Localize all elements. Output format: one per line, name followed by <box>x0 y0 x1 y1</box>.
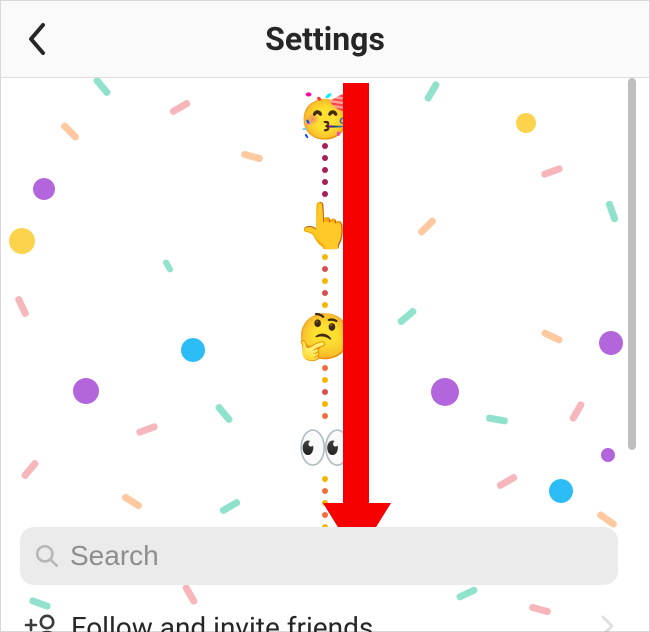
dotted-connector <box>322 365 328 419</box>
confetti-dash <box>486 414 509 425</box>
chevron-left-icon <box>27 23 47 55</box>
confetti-dot <box>431 378 459 406</box>
dotted-connector <box>322 143 328 197</box>
confetti-dash <box>121 493 143 511</box>
scrollbar-thumb[interactable] <box>628 78 636 450</box>
follow-invite-row[interactable]: Follow and invite friends <box>1 595 637 632</box>
search-icon <box>34 543 60 569</box>
confetti-dash <box>169 99 192 116</box>
add-person-icon <box>23 613 61 632</box>
confetti-dash <box>540 164 563 178</box>
search-bar[interactable] <box>20 527 618 585</box>
confetti-dash <box>162 258 174 273</box>
confetti-dot <box>599 331 623 355</box>
confetti-dot <box>516 113 536 133</box>
header-bar: Settings <box>1 1 649 78</box>
confetti-dot <box>73 378 99 404</box>
confetti-dash <box>396 307 417 327</box>
annotation-arrow-shaft <box>343 83 369 513</box>
confetti-dot <box>601 448 615 462</box>
confetti-dash <box>60 121 81 142</box>
confetti-dash <box>541 329 564 345</box>
confetti-dot <box>549 479 573 503</box>
confetti-dot <box>181 338 205 362</box>
confetti-dash <box>496 473 519 490</box>
page-title: Settings <box>265 20 385 58</box>
confetti-dash <box>596 510 618 528</box>
chevron-right-icon <box>601 615 615 632</box>
confetti-dash <box>240 150 263 162</box>
dotted-connector <box>322 254 328 308</box>
confetti-dash <box>568 400 585 423</box>
confetti-dot <box>9 228 35 254</box>
confetti-dash <box>417 216 438 237</box>
back-button[interactable] <box>17 19 57 59</box>
confetti-dash <box>92 78 112 97</box>
confetti-dash <box>423 80 440 103</box>
confetti-dash <box>219 498 242 515</box>
search-input[interactable] <box>70 540 604 572</box>
confetti-dash <box>605 200 619 223</box>
confetti-dash <box>14 295 30 318</box>
confetti-dash <box>20 459 40 480</box>
confetti-dash <box>214 403 234 424</box>
app-window: Settings <box>0 0 650 632</box>
content-area: 🥳 👆 🤔 👀 <box>1 78 637 632</box>
confetti-dash <box>135 422 158 436</box>
confetti-dot <box>33 178 55 200</box>
follow-invite-label: Follow and invite friends <box>61 611 601 632</box>
